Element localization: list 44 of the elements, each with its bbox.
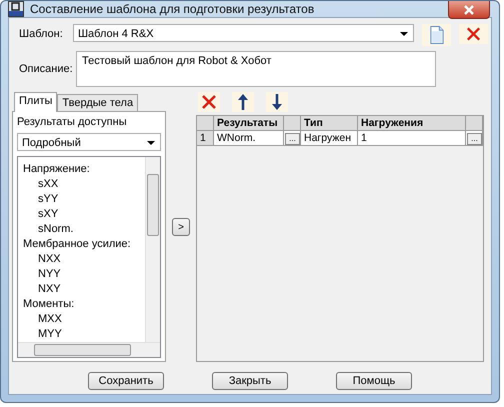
tree-item[interactable]: NXX: [23, 252, 146, 267]
description-label: Описание:: [18, 62, 74, 75]
app-icon: [8, 1, 24, 17]
template-label: Шаблон:: [18, 27, 64, 40]
tree-group[interactable]: Моменты:: [23, 297, 146, 312]
dialog-button[interactable]: Помощь: [336, 372, 412, 390]
column-header: Результаты: [214, 116, 284, 131]
tree-item[interactable]: sYY: [23, 192, 146, 207]
tree-item[interactable]: MYY: [23, 327, 146, 342]
horizontal-scrollbar[interactable]: [18, 342, 160, 357]
close-button[interactable]: [448, 1, 490, 19]
dialog-button[interactable]: Сохранить: [88, 372, 164, 390]
dialog-button[interactable]: Закрыть: [212, 372, 288, 390]
new-document-icon[interactable]: [422, 24, 451, 46]
tree-item[interactable]: MXX: [23, 312, 146, 327]
table-cell: WNorm.: [214, 131, 284, 146]
browse-button[interactable]: ...: [285, 133, 300, 145]
tree-item[interactable]: sXY: [23, 207, 146, 222]
vertical-scrollbar[interactable]: [145, 157, 160, 342]
template-dropdown[interactable]: Шаблон 4 R&X: [72, 24, 414, 42]
add-button[interactable]: >: [172, 218, 190, 236]
window-title: Составление шаблона для подготовки результатов: [30, 2, 314, 16]
close-icon: [464, 4, 474, 14]
description-field[interactable]: Тестовый шаблон для Robot & Хобот: [76, 51, 436, 87]
delete-icon[interactable]: [198, 92, 220, 112]
arrow-up-icon[interactable]: [232, 92, 254, 112]
table-cell: 1: [358, 131, 466, 146]
column-header: Нагружения: [358, 116, 466, 131]
tree-group[interactable]: Напряжение:: [23, 162, 146, 177]
tree-item[interactable]: NXY: [23, 282, 146, 297]
tree-item[interactable]: sNorm.: [23, 222, 146, 237]
tree-item[interactable]: NYY: [23, 267, 146, 282]
tab[interactable]: Твердые тела: [57, 94, 138, 111]
detail-dropdown[interactable]: Подробный: [17, 133, 162, 151]
browse-button[interactable]: ...: [467, 133, 482, 145]
delete-icon[interactable]: [458, 24, 488, 44]
column-header: Тип: [301, 116, 358, 131]
tab[interactable]: Плиты: [14, 92, 58, 112]
table-cell: Нагружен: [301, 131, 358, 146]
tree-group[interactable]: Мембранное усилие:: [23, 237, 146, 252]
available-results-label: Результаты доступны: [17, 116, 128, 128]
arrow-down-icon[interactable]: [266, 92, 288, 112]
tree-item[interactable]: sXX: [23, 177, 146, 192]
row-number: 1: [197, 131, 214, 146]
